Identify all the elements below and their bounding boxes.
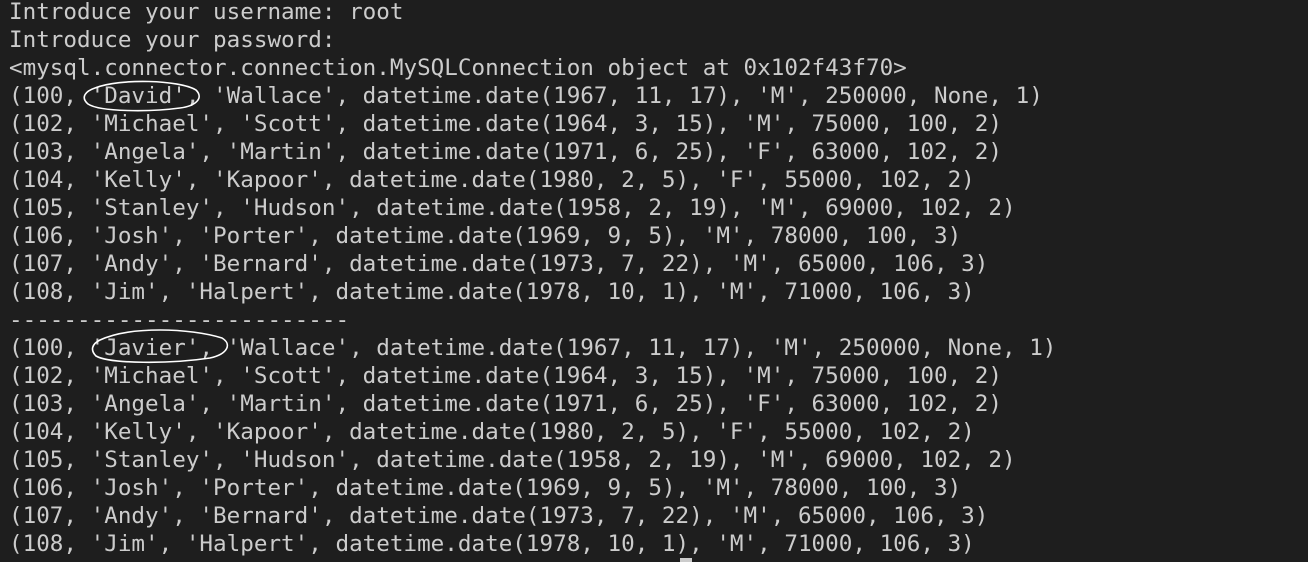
result-row-before: (107, 'Andy', 'Bernard', datetime.date(1…: [9, 251, 989, 277]
result-row-after: (105, 'Stanley', 'Hudson', datetime.date…: [9, 447, 1016, 473]
password-prompt-line: Introduce your password:: [9, 27, 336, 53]
result-row-after: (100, 'Javier', 'Wallace', datetime.date…: [9, 335, 1057, 361]
result-row-after: (108, 'Jim', 'Halpert', datetime.date(19…: [9, 531, 975, 557]
result-row-after: (104, 'Kelly', 'Kapoor', datetime.date(1…: [9, 419, 975, 445]
result-row-before: (108, 'Jim', 'Halpert', datetime.date(19…: [9, 279, 975, 305]
username-prompt-line: Introduce your username: root: [9, 0, 404, 25]
result-row-before: (105, 'Stanley', 'Hudson', datetime.date…: [9, 195, 1016, 221]
result-row-before: (100, 'David', 'Wallace', datetime.date(…: [9, 83, 1043, 109]
terminal-cursor: [680, 558, 692, 562]
result-row-before: (102, 'Michael', 'Scott', datetime.date(…: [9, 111, 1002, 137]
terminal-output[interactable]: Introduce your username: root Introduce …: [9, 0, 1056, 558]
result-row-before: (106, 'Josh', 'Porter', datetime.date(19…: [9, 223, 962, 249]
result-row-after: (102, 'Michael', 'Scott', datetime.date(…: [9, 363, 1002, 389]
separator-line: -------------------------: [9, 307, 350, 333]
connection-object-line: <mysql.connector.connection.MySQLConnect…: [9, 55, 907, 81]
result-row-after: (103, 'Angela', 'Martin', datetime.date(…: [9, 391, 1002, 417]
result-row-before: (103, 'Angela', 'Martin', datetime.date(…: [9, 139, 1002, 165]
result-row-after: (106, 'Josh', 'Porter', datetime.date(19…: [9, 475, 962, 501]
result-row-after: (107, 'Andy', 'Bernard', datetime.date(1…: [9, 503, 989, 529]
result-row-before: (104, 'Kelly', 'Kapoor', datetime.date(1…: [9, 167, 975, 193]
